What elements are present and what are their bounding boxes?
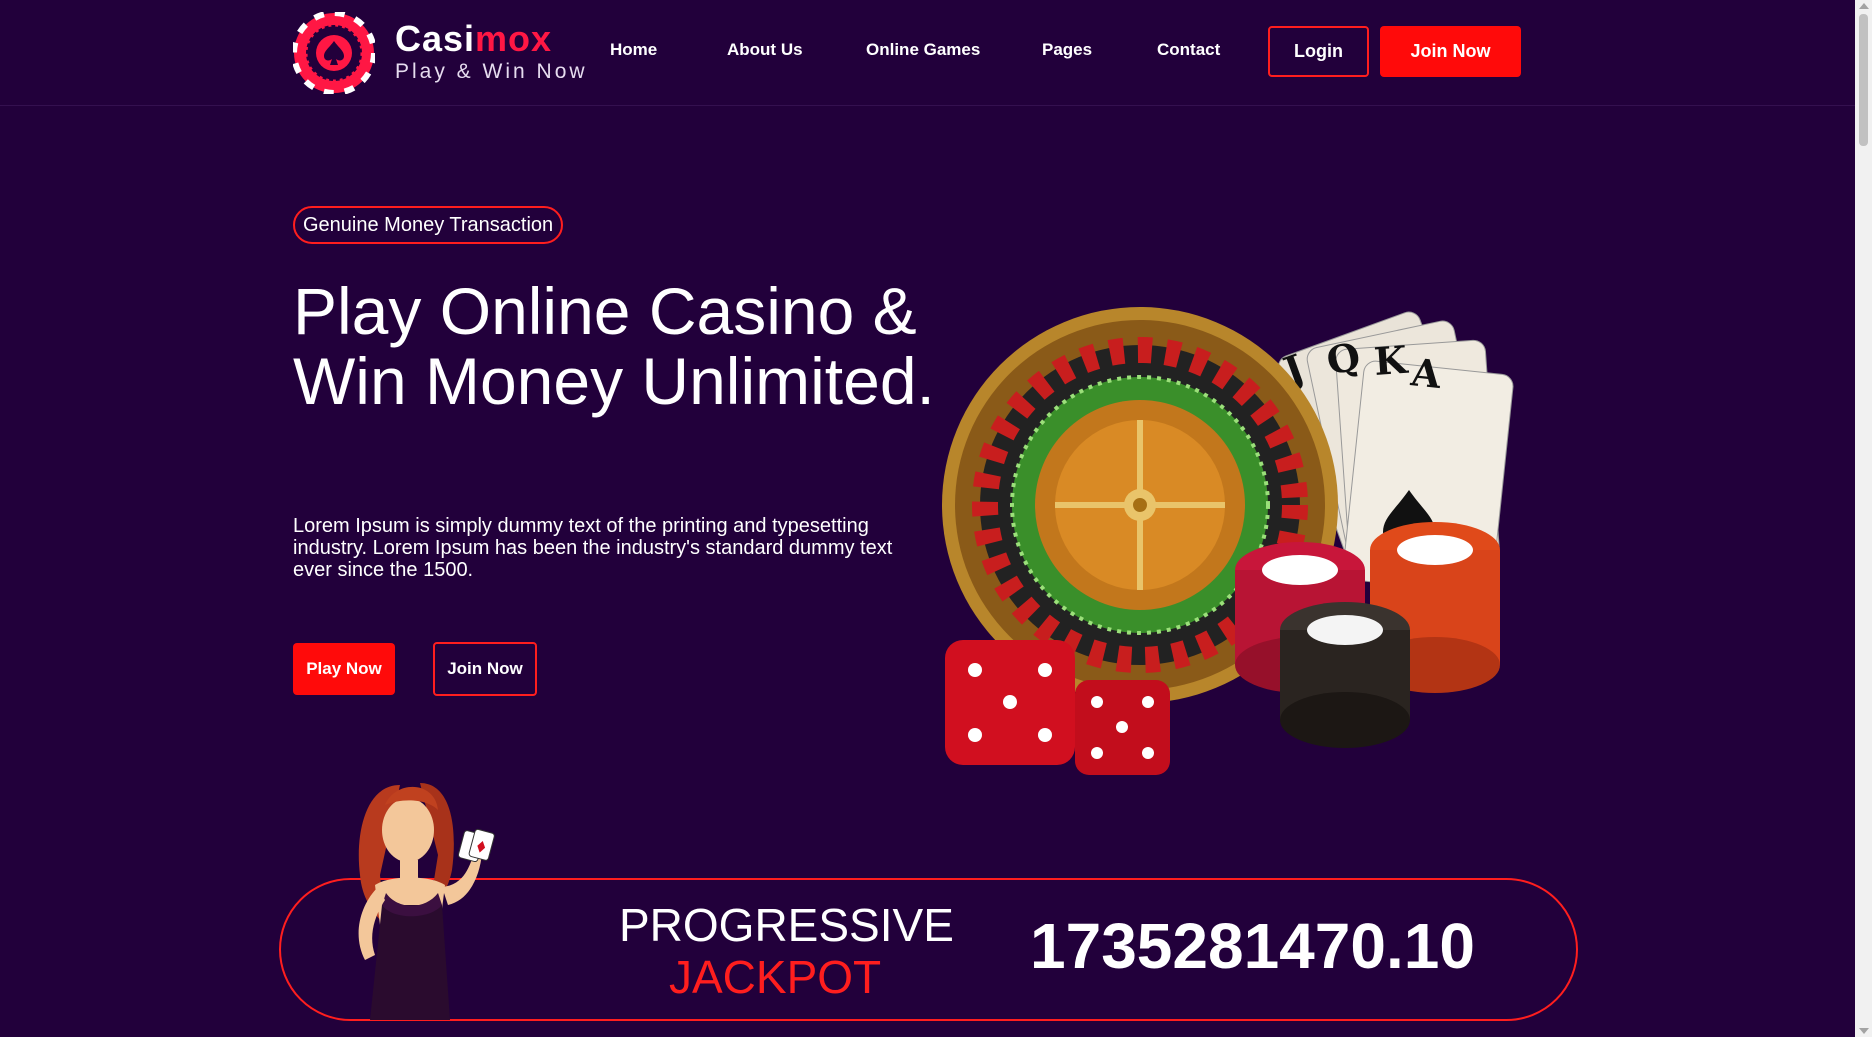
nav-contact[interactable]: Contact bbox=[1157, 40, 1220, 60]
hero-join-now-button[interactable]: Join Now bbox=[433, 642, 537, 696]
play-now-button[interactable]: Play Now bbox=[293, 643, 395, 695]
scroll-up-arrow-icon[interactable] bbox=[1859, 3, 1869, 9]
brand-tagline: Play & Win Now bbox=[395, 60, 588, 83]
casino-illustration: J Q K A bbox=[942, 307, 1514, 775]
nav-pages[interactable]: Pages bbox=[1042, 40, 1092, 60]
logo[interactable]: Casimox Play & Win Now bbox=[293, 12, 585, 94]
casino-chip-logo-icon bbox=[293, 12, 375, 94]
dealer-woman-illustration bbox=[358, 783, 495, 1020]
nav-home[interactable]: Home bbox=[610, 40, 657, 60]
page: Casimox Play & Win Now Home About Us Onl… bbox=[0, 0, 1855, 1037]
login-button[interactable]: Login bbox=[1268, 26, 1369, 77]
hero-title: Play Online Casino & Win Money Unlimited… bbox=[293, 274, 935, 418]
page-scrollbar[interactable] bbox=[1855, 0, 1872, 1037]
jackpot-label-jackpot: JACKPOT bbox=[669, 951, 882, 1003]
svg-text:K: K bbox=[1372, 337, 1410, 384]
scroll-down-arrow-icon[interactable] bbox=[1859, 1028, 1869, 1034]
svg-text:A: A bbox=[1408, 349, 1444, 397]
hero-description: Lorem Ipsum is simply dummy text of the … bbox=[293, 515, 893, 581]
scrollbar-thumb[interactable] bbox=[1859, 14, 1868, 146]
site-header: Casimox Play & Win Now Home About Us Onl… bbox=[0, 0, 1855, 106]
header-join-now-button[interactable]: Join Now bbox=[1380, 26, 1521, 77]
jackpot-label-progressive: PROGRESSIVE bbox=[619, 899, 954, 951]
jackpot-amount: 1735281470.10 bbox=[1030, 910, 1475, 982]
nav-online-games[interactable]: Online Games bbox=[866, 40, 980, 60]
hero-badge: Genuine Money Transaction bbox=[293, 206, 564, 244]
nav-about-us[interactable]: About Us bbox=[727, 40, 803, 60]
brand-name: Casimox bbox=[395, 18, 553, 59]
